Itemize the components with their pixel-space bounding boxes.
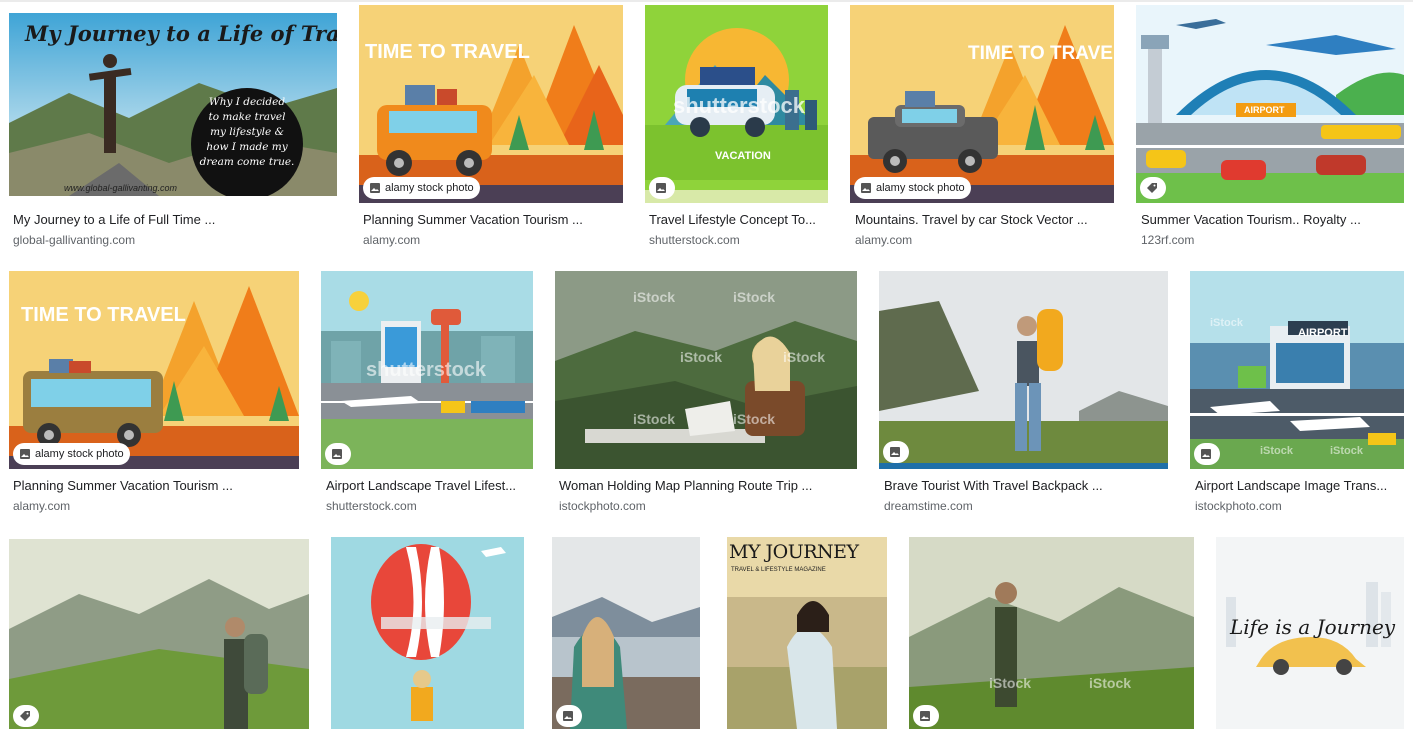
result-thumbnail[interactable] (552, 537, 700, 729)
result-thumbnail[interactable] (9, 539, 309, 729)
watermark: shutterstock (673, 93, 806, 118)
airport-vector-image (1190, 271, 1404, 469)
result-title[interactable]: Planning Summer Vacation Tourism ... (13, 478, 298, 494)
result-thumbnail[interactable] (879, 271, 1168, 469)
overlay-footer: www.global-gallivanting.com (64, 183, 178, 193)
tag-icon (20, 711, 30, 721)
overlay-heading: TIME TO TRAVEL (365, 41, 530, 63)
image-icon (20, 449, 30, 459)
result-thumbnail[interactable]: TIME TO TRAVEL alamy stock photo (9, 271, 299, 469)
image-icon (1201, 449, 1211, 459)
caption-line: dream come true. (199, 156, 295, 168)
result-title[interactable]: Summer Vacation Tourism.. Royalty ... (1141, 212, 1401, 228)
woman-by-lake-photo (552, 537, 700, 729)
overlay-heading: MY JOURNEY (729, 541, 859, 563)
caption-line: my lifestyle & (210, 126, 284, 138)
result-thumbnail[interactable]: shutterstock VACATION (645, 5, 828, 203)
result-thumbnail[interactable] (331, 537, 524, 729)
image-icon (920, 711, 930, 721)
magazine-cover-photo (727, 537, 887, 729)
result-title[interactable]: Mountains. Travel by car Stock Vector ..… (855, 212, 1110, 228)
woman-with-map-photo (555, 271, 857, 469)
hiker-mountain-photo (909, 537, 1194, 729)
result-source[interactable]: global-gallivanting.com (13, 233, 135, 248)
image-icon (890, 447, 900, 457)
result-title[interactable]: Planning Summer Vacation Tourism ... (363, 212, 618, 228)
result-title[interactable]: Travel Lifestyle Concept To... (649, 212, 827, 228)
result-source[interactable]: alamy.com (855, 233, 912, 248)
result-thumbnail[interactable]: Life is a Journey (1216, 537, 1404, 729)
result-thumbnail[interactable]: AIRPORT iStock iStock iStock (1190, 271, 1404, 469)
hiker-with-backpack-photo (879, 271, 1168, 469)
hiker-mountain-photo (9, 539, 309, 729)
tag-badge (13, 705, 39, 727)
result-thumbnail[interactable]: iStock iStock (909, 537, 1194, 729)
image-icon (656, 183, 666, 193)
result-thumbnail[interactable]: TIME TO TRAVEL alamy stock photo (850, 5, 1114, 203)
result-source[interactable]: alamy.com (13, 499, 70, 514)
result-title[interactable]: My Journey to a Life of Full Time ... (13, 212, 328, 228)
result-title[interactable]: Airport Landscape Image Trans... (1195, 478, 1400, 494)
result-title[interactable]: Brave Tourist With Travel Backpack ... (884, 478, 1166, 494)
image-badge: alamy stock photo (13, 443, 130, 465)
overlay-subheading: TRAVEL & LIFESTYLE MAGAZINE (731, 567, 826, 573)
circle-caption: Why I decided to make travel my lifestyl… (191, 95, 303, 170)
watermark: shutterstock (366, 359, 487, 381)
hot-air-balloon-vector (331, 537, 524, 729)
caption-line: to make travel (208, 111, 286, 123)
result-title[interactable]: Airport Landscape Travel Lifest... (326, 478, 531, 494)
image-icon (370, 183, 380, 193)
image-badge (325, 443, 351, 465)
result-thumbnail[interactable]: iStock iStock iStock iStock iStock iStoc… (555, 271, 857, 469)
tag-icon (1147, 183, 1157, 193)
travel-vector-image (9, 271, 299, 469)
overlay-heading: TIME TO TRAVEL (968, 43, 1114, 64)
image-icon (861, 183, 871, 193)
tag-badge (1140, 177, 1166, 199)
badge-label: alamy stock photo (876, 182, 965, 194)
image-badge: alamy stock photo (854, 177, 971, 199)
airport-vector-image (1136, 5, 1404, 203)
image-icon (332, 449, 342, 459)
overlay-heading: My Journey to a Life of Travel (25, 21, 337, 46)
airport-sign: AIRPORT (1298, 327, 1348, 339)
result-title[interactable]: Woman Holding Map Planning Route Trip ..… (559, 478, 854, 494)
top-divider (0, 0, 1413, 2)
result-source[interactable]: istockphoto.com (559, 499, 646, 514)
result-thumbnail[interactable]: My Journey to a Life of Travel Why I dec… (9, 13, 337, 196)
image-badge (649, 177, 675, 199)
image-badge (913, 705, 939, 727)
travel-vector-image (850, 5, 1114, 203)
image-icon (563, 711, 573, 721)
image-badge (883, 441, 909, 463)
overlay-label: VACATION (715, 150, 771, 162)
badge-label: alamy stock photo (385, 182, 474, 194)
image-badge (1194, 443, 1220, 465)
overlay-heading: TIME TO TRAVEL (21, 304, 186, 326)
travel-vector-image (359, 5, 623, 203)
image-badge (556, 705, 582, 727)
result-source[interactable]: shutterstock.com (326, 499, 417, 514)
airport-sign: AIRPORT (1244, 105, 1285, 115)
result-thumbnail[interactable]: TIME TO TRAVEL alamy stock photo (359, 5, 623, 203)
result-thumbnail[interactable]: AIRPORT (1136, 5, 1404, 203)
image-badge: alamy stock photo (363, 177, 480, 199)
caption-line: how I made my (206, 141, 288, 153)
result-source[interactable]: dreamstime.com (884, 499, 973, 514)
result-source[interactable]: alamy.com (363, 233, 420, 248)
result-source[interactable]: 123rf.com (1141, 233, 1194, 248)
badge-label: alamy stock photo (35, 448, 124, 460)
result-thumbnail[interactable]: MY JOURNEY TRAVEL & LIFESTYLE MAGAZINE (727, 537, 887, 729)
result-thumbnail[interactable]: shutterstock (321, 271, 533, 469)
result-source[interactable]: istockphoto.com (1195, 499, 1282, 514)
overlay-heading: Life is a Journey (1230, 615, 1396, 639)
result-source[interactable]: shutterstock.com (649, 233, 740, 248)
caption-line: Why I decided (208, 96, 286, 108)
